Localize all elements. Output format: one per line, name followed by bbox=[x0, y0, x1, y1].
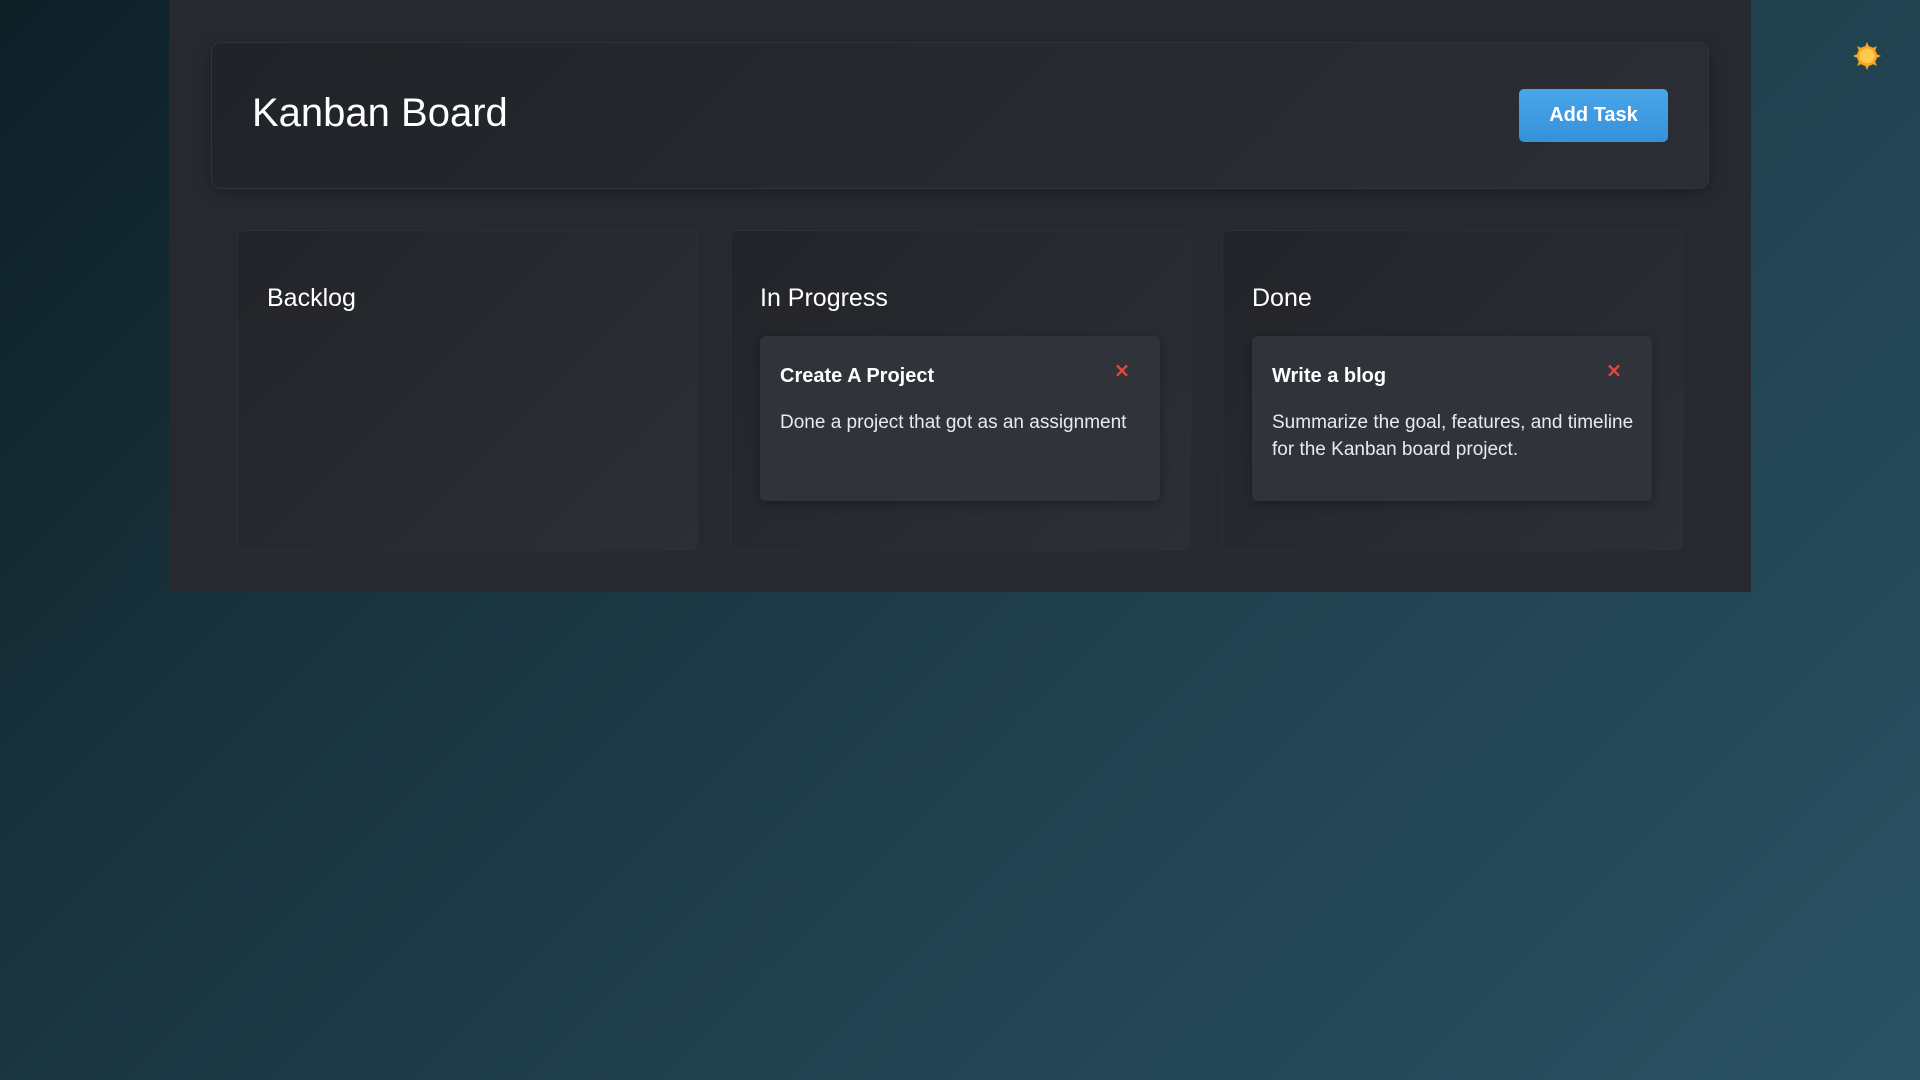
sun-icon bbox=[1853, 42, 1881, 70]
add-task-button[interactable]: Add Task bbox=[1519, 89, 1668, 142]
theme-toggle-button[interactable] bbox=[1852, 41, 1882, 71]
column-backlog[interactable]: Backlog bbox=[237, 230, 698, 551]
task-description: Summarize the goal, features, and timeli… bbox=[1272, 412, 1634, 460]
board-header: Kanban Board Add Task bbox=[211, 42, 1709, 189]
task-description: Done a project that got as an assignment bbox=[780, 412, 1127, 433]
delete-task-icon[interactable]: × bbox=[1110, 358, 1134, 382]
column-title: Done bbox=[1252, 284, 1312, 312]
column-title: Backlog bbox=[267, 284, 356, 312]
kanban-board: Kanban Board Add Task Backlog In Progres… bbox=[169, 0, 1751, 592]
delete-task-icon[interactable]: × bbox=[1602, 358, 1626, 382]
task-title: Create A Project bbox=[780, 365, 935, 387]
column-title: In Progress bbox=[760, 284, 888, 312]
page-title: Kanban Board bbox=[252, 91, 508, 135]
column-done[interactable]: Done Write a blog × Summarize the goal, … bbox=[1222, 230, 1683, 551]
task-card[interactable]: Create A Project × Done a project that g… bbox=[760, 336, 1160, 501]
task-title: Write a blog bbox=[1272, 365, 1387, 387]
column-in-progress[interactable]: In Progress Create A Project × Done a pr… bbox=[730, 230, 1191, 551]
task-card[interactable]: Write a blog × Summarize the goal, featu… bbox=[1252, 336, 1652, 501]
